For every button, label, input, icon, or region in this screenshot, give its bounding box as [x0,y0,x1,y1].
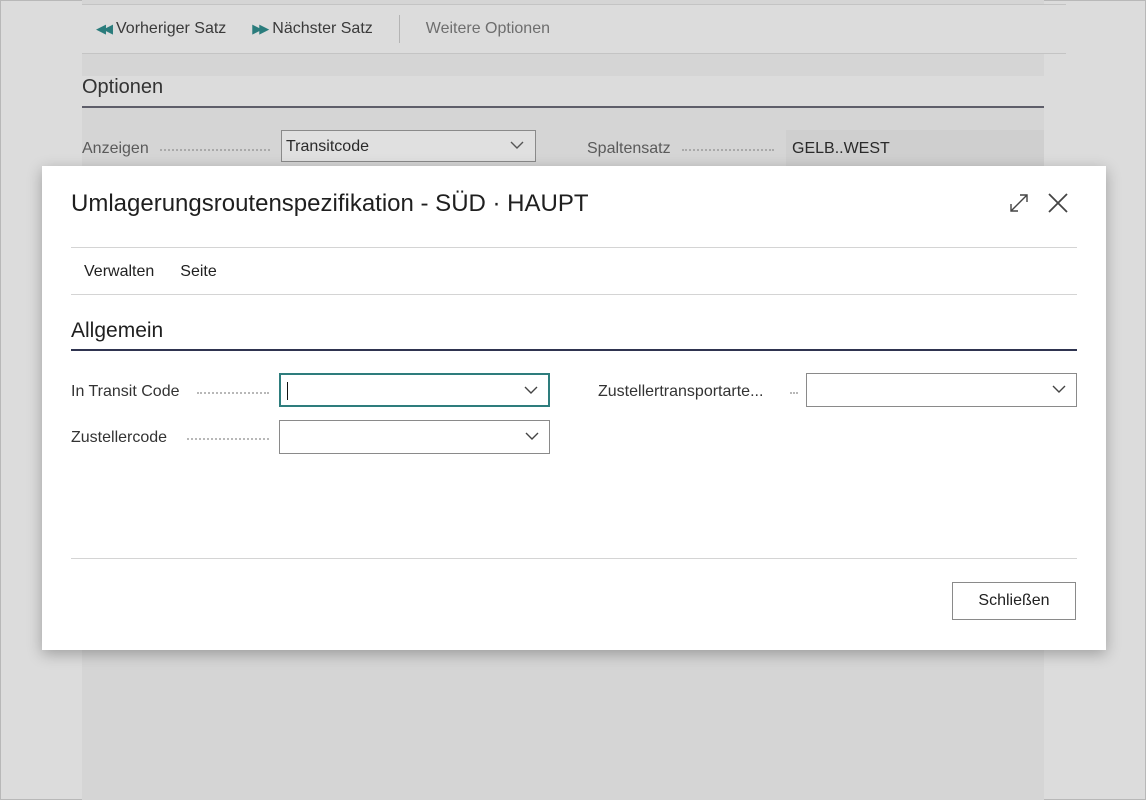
menu-item-page[interactable]: Seite [180,263,216,281]
column-set-value-text: GELB..WEST [792,140,890,157]
expand-icon[interactable] [1008,192,1030,214]
more-options-button[interactable]: Weitere Optionen [426,20,550,38]
shipping-agent-code-label: Zustellercode [71,429,168,446]
background-section-header: Optionen [82,76,1044,108]
chevron-down-icon [1052,385,1066,393]
column-set-leader-dots [682,149,774,151]
show-field-label: Anzeigen [82,140,149,157]
next-record-icon: ▶▶ [252,21,269,36]
background-section-title: Optionen [82,76,164,98]
previous-record-button[interactable]: ◀◀ Vorheriger Satz [96,20,226,38]
menu-item-manage[interactable]: Verwalten [84,263,154,281]
more-options-label: Weitere Optionen [425,20,550,37]
text-caret [287,382,288,400]
in-transit-code-label: In Transit Code [71,383,180,400]
general-section-title: Allgemein [71,319,164,342]
dialog-menu-bar: Verwalten Seite [84,263,243,281]
general-section-header[interactable]: Allgemein [71,319,1077,351]
menu-divider [71,294,1077,295]
column-set-value: GELB..WEST [786,130,1044,166]
chevron-down-icon [524,386,538,394]
next-record-label: Nächster Satz [272,20,373,37]
next-record-button[interactable]: ▶▶ Nächster Satz [252,20,372,38]
show-select-value: Transitcode [286,138,369,155]
dialog-title: Umlagerungsroutenspezifikation - SÜD · H… [71,190,589,217]
previous-record-label: Vorheriger Satz [116,20,227,37]
in-transit-code-select[interactable] [279,373,550,407]
shipping-agent-service-leader-dots [790,392,798,394]
shipping-agent-service-select[interactable] [806,373,1077,407]
shipping-agent-service-label: Zustellertransportarte... [598,383,764,400]
footer-divider [71,558,1077,559]
action-bar-separator [398,15,400,43]
background-action-bar: ◀◀ Vorheriger Satz ▶▶ Nächster Satz Weit… [82,4,1066,54]
previous-record-icon: ◀◀ [96,21,113,36]
close-icon[interactable] [1046,191,1070,215]
chevron-down-icon [525,432,539,440]
show-field-leader-dots [160,149,270,151]
show-select[interactable]: Transitcode [281,130,536,162]
in-transit-code-leader-dots [197,392,269,394]
shipping-agent-code-leader-dots [187,438,269,440]
shipping-agent-code-select[interactable] [279,420,550,454]
title-divider [71,247,1077,248]
close-button[interactable]: Schließen [952,582,1076,620]
column-set-label: Spaltensatz [587,140,671,157]
chevron-down-icon [510,141,524,149]
route-specification-dialog: Umlagerungsroutenspezifikation - SÜD · H… [42,166,1106,650]
